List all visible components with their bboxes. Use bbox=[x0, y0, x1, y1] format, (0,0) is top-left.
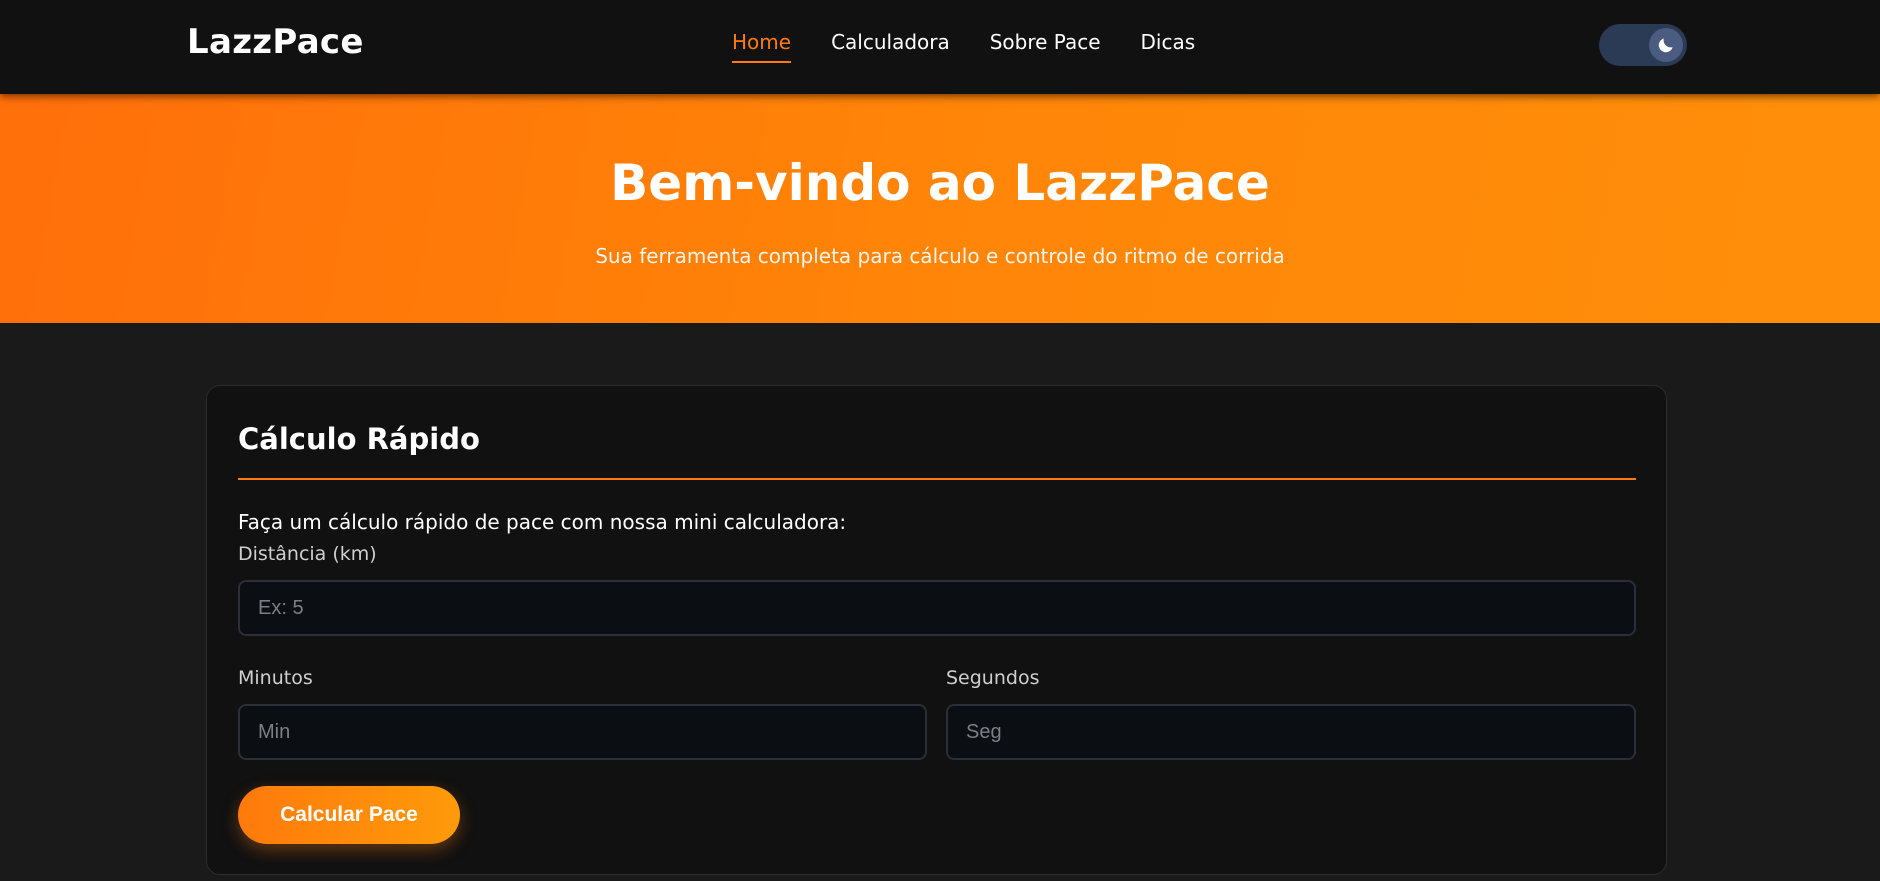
seconds-label: Segundos bbox=[946, 667, 1040, 689]
nav-link-sobre-pace[interactable]: Sobre Pace bbox=[990, 30, 1101, 63]
toggle-knob bbox=[1649, 28, 1683, 62]
seconds-input[interactable] bbox=[946, 704, 1636, 760]
distance-label: Distância (km) bbox=[238, 543, 377, 565]
card-title: Cálculo Rápido bbox=[238, 422, 480, 456]
card-intro: Faça um cálculo rápido de pace com nossa… bbox=[238, 510, 847, 534]
logo[interactable]: LazzPace bbox=[187, 22, 364, 62]
hero-subtitle: Sua ferramenta completa para cálculo e c… bbox=[595, 244, 1285, 268]
nav-link-home[interactable]: Home bbox=[732, 30, 792, 63]
distance-input[interactable] bbox=[238, 580, 1636, 636]
theme-toggle[interactable] bbox=[1599, 24, 1687, 66]
main-nav: Home Calculadora Sobre Pace Dicas bbox=[732, 30, 1195, 63]
hero-banner: Bem-vindo ao LazzPace Sua ferramenta com… bbox=[0, 94, 1880, 323]
calculate-pace-button[interactable]: Calcular Pace bbox=[238, 786, 460, 844]
nav-link-calculadora[interactable]: Calculadora bbox=[831, 30, 950, 63]
navbar: LazzPace Home Calculadora Sobre Pace Dic… bbox=[0, 0, 1880, 94]
nav-link-dicas[interactable]: Dicas bbox=[1141, 30, 1196, 63]
moon-icon bbox=[1658, 38, 1673, 53]
quick-calc-card: Cálculo Rápido Faça um cálculo rápido de… bbox=[206, 385, 1667, 875]
minutes-label: Minutos bbox=[238, 667, 313, 689]
minutes-input[interactable] bbox=[238, 704, 927, 760]
card-divider bbox=[238, 478, 1636, 480]
hero-title: Bem-vindo ao LazzPace bbox=[610, 154, 1270, 212]
